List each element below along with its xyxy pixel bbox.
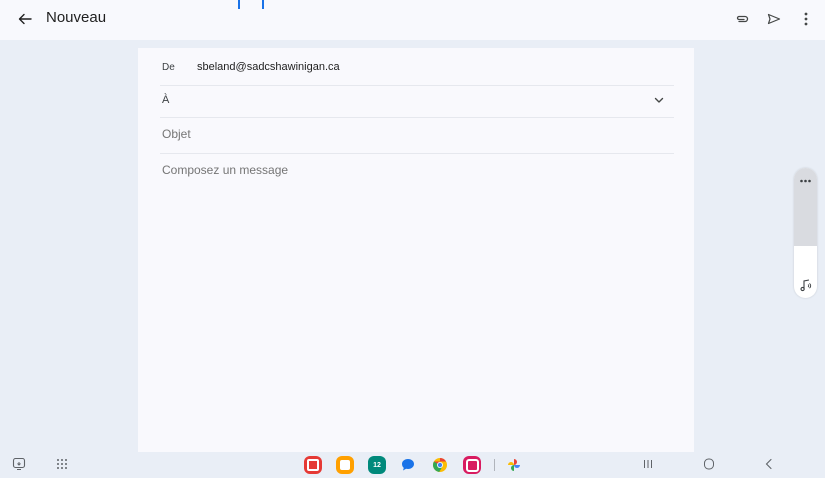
more-vert-icon	[804, 12, 808, 26]
back-arrow-icon	[18, 13, 32, 25]
photos-app-icon[interactable]	[505, 456, 523, 474]
top-edge-decoration	[238, 0, 268, 9]
flipboard-app-icon[interactable]	[304, 456, 322, 474]
edge-panel-handle[interactable]	[794, 168, 817, 298]
calendar-day: 12	[373, 461, 381, 469]
screen-recorder-app-icon[interactable]	[463, 456, 481, 474]
send-icon	[767, 13, 781, 25]
messages-app-icon[interactable]	[399, 456, 417, 474]
recents-icon[interactable]	[641, 457, 655, 471]
message-body-input[interactable]	[162, 163, 662, 433]
from-label: De	[162, 62, 175, 73]
pinwheel-icon	[508, 459, 520, 471]
screen: Nouveau De sbeland@sadcshawinigan.ca À O…	[0, 0, 825, 478]
attach-icon	[736, 15, 749, 23]
app-drawer-icon[interactable]	[55, 457, 69, 471]
page-title: Nouveau	[46, 9, 107, 26]
back-button[interactable]	[14, 8, 36, 30]
chrome-app-icon[interactable]	[431, 456, 449, 474]
chevron-down-icon[interactable]	[652, 93, 666, 107]
music-note-icon[interactable]	[799, 278, 812, 292]
more-options-button[interactable]	[797, 9, 815, 29]
toolbar-actions	[733, 9, 815, 29]
flipboard-glyph	[307, 459, 319, 471]
chrome-icon	[432, 458, 447, 472]
compose-card: De sbeland@sadcshawinigan.ca À	[138, 48, 694, 452]
from-row[interactable]: De sbeland@sadcshawinigan.ca	[160, 48, 674, 86]
more-horiz-icon[interactable]	[799, 176, 812, 186]
attach-button[interactable]	[733, 9, 751, 29]
edge-screenshot-icon[interactable]	[12, 457, 26, 471]
from-address[interactable]: sbeland@sadcshawinigan.ca	[197, 61, 340, 73]
home-icon[interactable]	[702, 457, 716, 471]
taskbar-divider	[494, 459, 495, 471]
send-button[interactable]	[765, 9, 783, 29]
subject-input[interactable]	[162, 127, 642, 141]
subject-row	[160, 117, 674, 154]
to-label: À	[162, 94, 170, 106]
top-app-bar: Nouveau	[0, 0, 825, 40]
calendar-app-icon[interactable]: 12	[368, 456, 386, 474]
recorder-glyph	[465, 458, 479, 472]
taskbar: 12	[0, 452, 825, 478]
to-row[interactable]: À	[160, 85, 674, 118]
chat-bubble-icon	[402, 459, 414, 471]
notes-app-icon[interactable]	[336, 456, 354, 474]
nav-back-icon[interactable]	[762, 457, 776, 471]
notes-glyph	[340, 460, 350, 470]
